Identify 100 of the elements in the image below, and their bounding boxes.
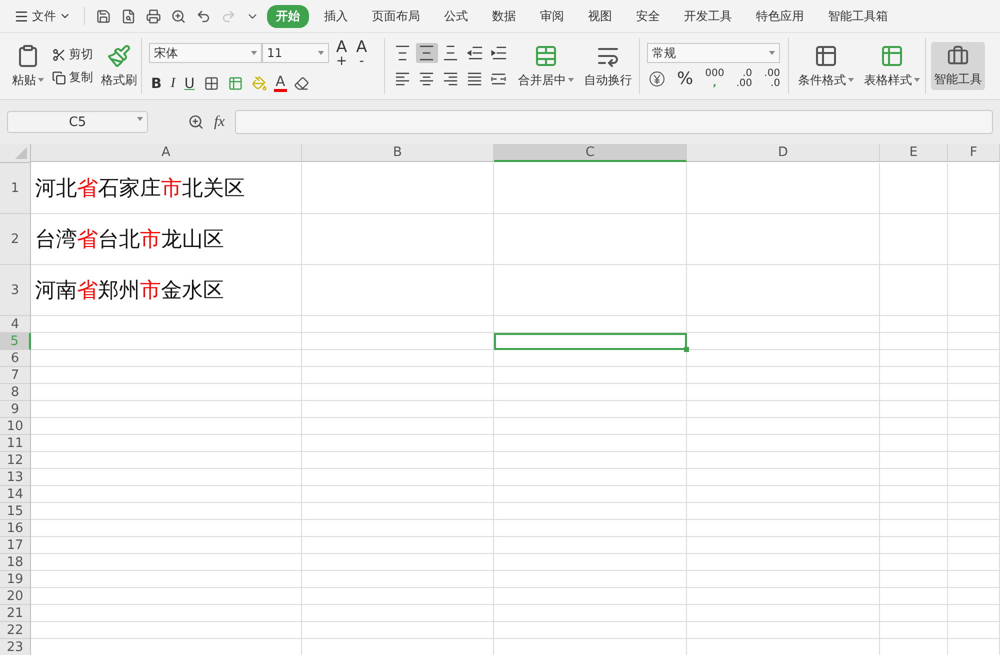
table-cell[interactable]: [687, 605, 880, 622]
table-cell[interactable]: [31, 452, 302, 469]
table-cell[interactable]: [880, 605, 948, 622]
ribbon-tab[interactable]: 安全: [627, 4, 669, 28]
table-cell[interactable]: [31, 316, 302, 333]
table-cell[interactable]: [948, 333, 1000, 350]
table-cell[interactable]: [494, 588, 687, 605]
table-cell[interactable]: [31, 520, 302, 537]
table-cell[interactable]: [302, 435, 494, 452]
decrease-decimal-button[interactable]: .00 .0: [762, 69, 782, 89]
table-cell[interactable]: [948, 163, 1000, 214]
row-header[interactable]: 7: [0, 367, 31, 384]
row-header[interactable]: 9: [0, 401, 31, 418]
row-header[interactable]: 20: [0, 588, 31, 605]
row-header[interactable]: 21: [0, 605, 31, 622]
table-cell[interactable]: [880, 469, 948, 486]
table-cell[interactable]: [494, 520, 687, 537]
column-header[interactable]: F: [948, 144, 1000, 162]
table-cell[interactable]: [687, 367, 880, 384]
table-cell[interactable]: 台湾省台北市龙山区: [31, 214, 302, 265]
table-cell[interactable]: [687, 316, 880, 333]
thousands-button[interactable]: 000 ,: [703, 69, 726, 89]
table-cell[interactable]: [880, 554, 948, 571]
table-cell[interactable]: [948, 316, 1000, 333]
table-cell[interactable]: [948, 401, 1000, 418]
function-label[interactable]: fx: [214, 114, 225, 130]
table-cell[interactable]: [494, 350, 687, 367]
table-cell[interactable]: [31, 367, 302, 384]
table-cell[interactable]: [948, 520, 1000, 537]
table-cell[interactable]: [302, 350, 494, 367]
table-cell[interactable]: [494, 163, 687, 214]
table-cell[interactable]: [494, 469, 687, 486]
table-cell[interactable]: [302, 401, 494, 418]
table-cell[interactable]: [302, 367, 494, 384]
font-size-select[interactable]: 11: [262, 43, 329, 64]
table-cell[interactable]: [302, 537, 494, 554]
row-header[interactable]: 12: [0, 452, 31, 469]
italic-button[interactable]: I: [168, 76, 178, 91]
table-cell[interactable]: [687, 554, 880, 571]
ribbon-tab[interactable]: 审阅: [531, 4, 573, 28]
table-cell[interactable]: [880, 401, 948, 418]
ribbon-tab[interactable]: 视图: [579, 4, 621, 28]
column-header[interactable]: E: [880, 144, 948, 162]
ribbon-tab[interactable]: 开发工具: [675, 4, 741, 28]
table-cell[interactable]: 河南省郑州市金水区: [31, 265, 302, 316]
table-cell[interactable]: [687, 622, 880, 639]
copy-button[interactable]: 复制: [52, 69, 93, 86]
table-cell[interactable]: [31, 418, 302, 435]
table-cell[interactable]: [31, 588, 302, 605]
row-header[interactable]: 4: [0, 316, 31, 333]
table-cell[interactable]: [31, 537, 302, 554]
table-cell[interactable]: [880, 588, 948, 605]
table-cell[interactable]: [494, 622, 687, 639]
row-header[interactable]: 1: [0, 163, 31, 214]
table-cell[interactable]: [880, 622, 948, 639]
table-cell[interactable]: [880, 333, 948, 350]
table-cell[interactable]: [948, 588, 1000, 605]
table-cell[interactable]: [880, 384, 948, 401]
row-header[interactable]: 16: [0, 520, 31, 537]
active-cell[interactable]: [494, 333, 687, 350]
column-header[interactable]: C: [494, 144, 687, 162]
row-header[interactable]: 23: [0, 639, 31, 655]
table-cell[interactable]: [494, 554, 687, 571]
percent-button[interactable]: %: [675, 70, 696, 88]
table-cell[interactable]: [880, 367, 948, 384]
table-cell[interactable]: [880, 537, 948, 554]
increase-decimal-button[interactable]: .0 .00: [734, 69, 754, 89]
table-cell[interactable]: [880, 418, 948, 435]
table-cell[interactable]: [302, 452, 494, 469]
table-cell[interactable]: [948, 554, 1000, 571]
bold-button[interactable]: B: [149, 76, 164, 91]
table-cell[interactable]: [494, 435, 687, 452]
table-cell[interactable]: 河北省石家庄市北关区: [31, 163, 302, 214]
table-cell[interactable]: [948, 435, 1000, 452]
wrap-text-button[interactable]: 自动换行: [582, 44, 634, 88]
table-cell[interactable]: [687, 265, 880, 316]
table-cell[interactable]: [302, 163, 494, 214]
table-cell[interactable]: [494, 367, 687, 384]
table-cell[interactable]: [302, 214, 494, 265]
row-header[interactable]: 2: [0, 214, 31, 265]
table-cell[interactable]: [31, 554, 302, 571]
row-header[interactable]: 13: [0, 469, 31, 486]
table-cell[interactable]: [880, 214, 948, 265]
table-cell[interactable]: [302, 622, 494, 639]
table-cell[interactable]: [687, 520, 880, 537]
table-cell[interactable]: [687, 163, 880, 214]
row-header[interactable]: 18: [0, 554, 31, 571]
font-name-select[interactable]: 宋体: [149, 43, 262, 64]
table-cell[interactable]: [687, 418, 880, 435]
column-header[interactable]: D: [687, 144, 880, 162]
table-cell[interactable]: [302, 384, 494, 401]
table-cell[interactable]: [880, 520, 948, 537]
table-cell[interactable]: [948, 622, 1000, 639]
table-cell[interactable]: [302, 503, 494, 520]
table-cell[interactable]: [31, 401, 302, 418]
table-cell[interactable]: [302, 265, 494, 316]
table-cell[interactable]: [687, 571, 880, 588]
table-cell[interactable]: [494, 605, 687, 622]
table-cell[interactable]: [687, 537, 880, 554]
table-cell[interactable]: [494, 384, 687, 401]
